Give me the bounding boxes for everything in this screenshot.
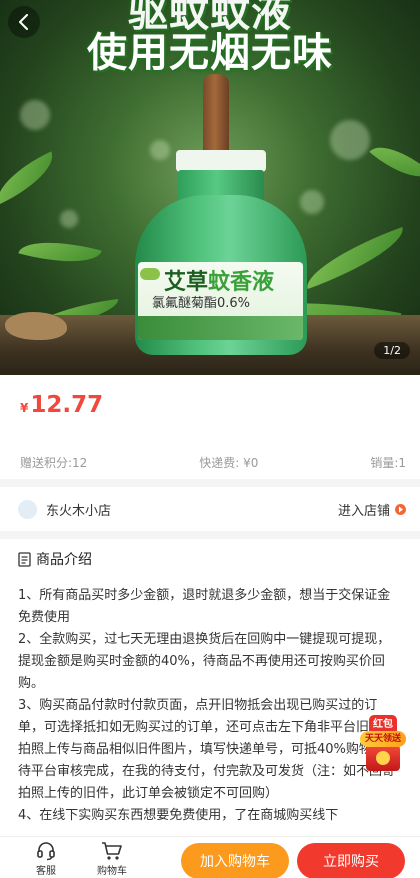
red-packet-ribbon: 天天领送 bbox=[360, 731, 406, 747]
leaf-decoration bbox=[298, 226, 412, 290]
bokeh-light bbox=[60, 210, 78, 228]
headset-icon bbox=[37, 842, 55, 861]
cart-icon bbox=[102, 842, 122, 860]
product-label-ingredient: 氯氟醚菊酯0.6% bbox=[152, 296, 251, 311]
cart-label: 购物车 bbox=[97, 866, 127, 877]
divider bbox=[0, 531, 420, 539]
bokeh-light bbox=[20, 100, 50, 130]
shipping-info: 快递费: ¥0 bbox=[199, 456, 259, 470]
enter-store-link[interactable]: 进入店铺 bbox=[338, 500, 406, 519]
currency-symbol: ¥ bbox=[20, 401, 29, 415]
leaf-decoration bbox=[18, 230, 102, 274]
section-title-label: 商品介绍 bbox=[36, 552, 92, 568]
coin-icon bbox=[376, 751, 390, 765]
leaf-decoration bbox=[369, 133, 420, 191]
hero-headline: 使用无烟无味 bbox=[87, 30, 333, 76]
price-value: 12.77 bbox=[30, 392, 104, 418]
points-info: 赠送积分:12 bbox=[20, 456, 88, 470]
price: ¥12.77 bbox=[20, 392, 103, 418]
product-wick bbox=[203, 74, 229, 154]
sales-info: 销量:1 bbox=[370, 456, 406, 470]
chevron-left-icon bbox=[19, 14, 28, 30]
product-label: 艾草蚊香液 氯氟醚菊酯0.6% bbox=[138, 262, 303, 340]
store-name: 东火木小店 bbox=[46, 503, 112, 519]
document-icon bbox=[18, 551, 31, 567]
red-packet-float[interactable]: 红包 天天领送 bbox=[358, 715, 408, 773]
bokeh-light bbox=[300, 190, 324, 214]
product-image-carousel[interactable]: 艾草蚊香液 氯氟醚菊酯0.6% 驱蚊蚊液 使用无烟无味 1/2 bbox=[0, 0, 420, 375]
arrow-right-icon bbox=[395, 503, 406, 515]
image-page-indicator: 1/2 bbox=[374, 342, 410, 359]
label-strip bbox=[138, 316, 303, 340]
product-description: 1、所有商品买时多少金额，退时就退多少金额，想当于交保证金免费使用 2、全款购买… bbox=[18, 588, 398, 823]
store-row[interactable]: 东火木小店 进入店铺 bbox=[18, 497, 406, 521]
rock bbox=[5, 312, 67, 340]
bokeh-light bbox=[330, 120, 370, 160]
bokeh-light bbox=[150, 140, 170, 160]
store-avatar bbox=[18, 499, 37, 519]
add-to-cart-button[interactable]: 加入购物车 bbox=[181, 843, 289, 878]
section-title: 商品介绍 bbox=[18, 549, 92, 569]
cart-button[interactable]: 购物车 bbox=[92, 841, 132, 877]
enter-store-label: 进入店铺 bbox=[337, 503, 390, 519]
customer-service-button[interactable]: 客服 bbox=[26, 841, 66, 877]
product-cap bbox=[176, 150, 266, 172]
divider bbox=[0, 479, 420, 487]
buy-now-button[interactable]: 立即购买 bbox=[297, 843, 405, 878]
brand-badge bbox=[140, 268, 160, 280]
back-button[interactable] bbox=[8, 6, 40, 38]
customer-service-label: 客服 bbox=[36, 866, 56, 877]
product-info-row: 赠送积分:12 快递费: ¥0 销量:1 bbox=[20, 454, 406, 471]
leaf-decoration bbox=[0, 151, 63, 205]
